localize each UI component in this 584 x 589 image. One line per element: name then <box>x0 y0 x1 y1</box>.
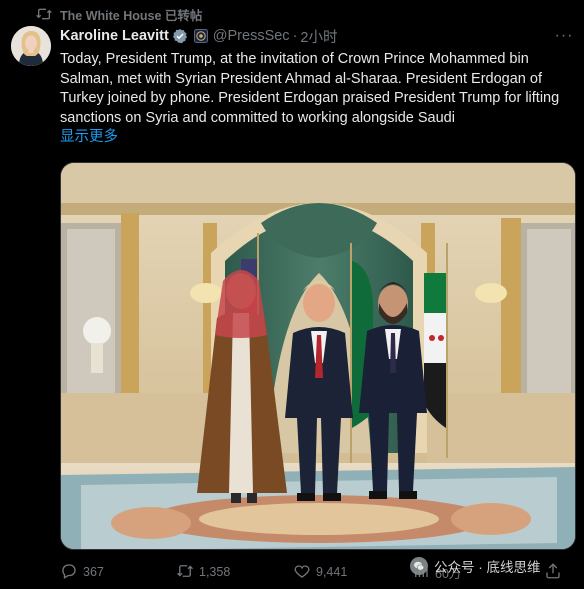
tweet-header: Karoline Leavitt @PressSec · 2小时 <box>60 26 337 46</box>
like-count: 9,441 <box>316 565 348 579</box>
government-affiliation-icon[interactable] <box>193 29 208 43</box>
wechat-icon <box>410 557 428 575</box>
author-handle[interactable]: @PressSec <box>213 28 290 44</box>
retweet-text: The White House 已转帖 <box>60 8 203 23</box>
share-icon <box>544 562 562 583</box>
heart-icon <box>293 562 311 583</box>
repost-icon <box>176 562 194 583</box>
repost-button[interactable]: 1,358 <box>176 561 230 583</box>
more-options-button[interactable]: ··· <box>554 27 574 44</box>
retweet-context[interactable]: The White House 已转帖 <box>36 6 203 23</box>
watermark-text: 公众号 · 底线思维 <box>434 560 541 575</box>
show-more-link[interactable]: 显示更多 <box>60 128 118 148</box>
share-button[interactable] <box>544 561 562 583</box>
verified-badge-icon[interactable] <box>172 28 188 44</box>
reply-button[interactable]: 367 <box>60 561 104 583</box>
like-button[interactable]: 9,441 <box>293 561 347 583</box>
avatar[interactable] <box>11 26 51 66</box>
wechat-watermark: 公众号 · 底线思维 <box>410 555 541 577</box>
header-separator: · <box>292 28 298 44</box>
meeting-photo[interactable] <box>60 162 576 550</box>
reply-count: 367 <box>83 565 104 579</box>
tweet-text: Today, President Trump, at the invitatio… <box>60 51 560 126</box>
repost-count: 1,358 <box>199 565 231 579</box>
author-name[interactable]: Karoline Leavitt <box>60 28 169 44</box>
retweet-icon <box>36 7 52 21</box>
reply-icon <box>60 562 78 583</box>
post-time[interactable]: 2小时 <box>300 26 337 47</box>
